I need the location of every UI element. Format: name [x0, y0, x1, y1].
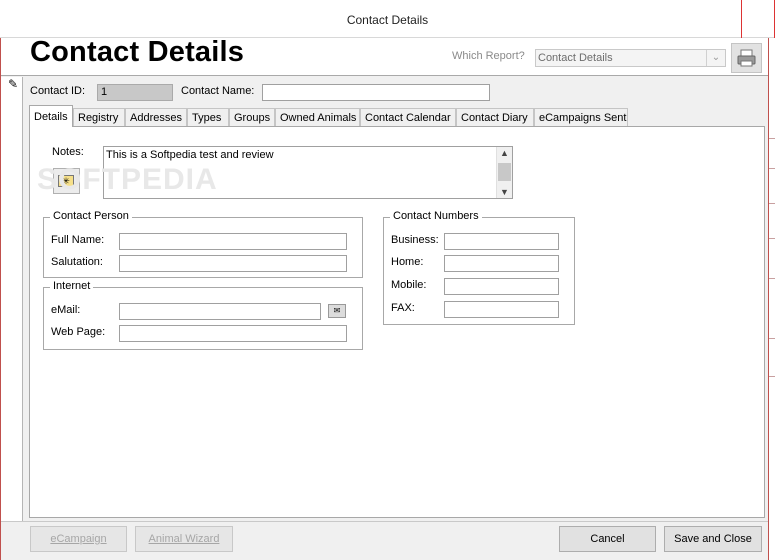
home-label: Home: — [391, 256, 424, 268]
contact-person-title: Contact Person — [50, 210, 132, 222]
ecampaign-button[interactable]: eCampaign — [30, 526, 127, 552]
scroll-down-icon[interactable]: ▼ — [500, 187, 509, 197]
tab-contact-calendar[interactable]: Contact Calendar — [360, 108, 456, 126]
home-phone-field[interactable] — [444, 255, 559, 272]
salutation-label: Salutation: — [51, 256, 103, 268]
record-selector[interactable] — [1, 77, 23, 521]
web-page-field[interactable] — [119, 325, 347, 342]
pencil-icon: ✎ — [8, 77, 19, 91]
print-button[interactable] — [731, 43, 762, 73]
animal-wizard-button[interactable]: Animal Wizard — [135, 526, 233, 552]
full-name-label: Full Name: — [51, 234, 105, 246]
fax-label: FAX: — [391, 302, 415, 314]
softpedia-watermark: SOFTPEDIA — [37, 163, 218, 196]
notes-scrollbar[interactable]: ▲ ▼ — [496, 147, 512, 198]
contact-name-field[interactable] — [262, 84, 490, 101]
printer-icon — [737, 49, 756, 67]
salutation-field[interactable] — [119, 255, 347, 272]
page-title: Contact Details — [30, 36, 245, 68]
email-label: eMail: — [51, 304, 81, 316]
scroll-up-icon[interactable]: ▲ — [500, 148, 509, 158]
mobile-phone-field[interactable] — [444, 278, 559, 295]
notes-label: Notes: — [52, 146, 84, 158]
contact-id-field[interactable]: 1 — [97, 84, 173, 101]
email-field[interactable] — [119, 303, 321, 320]
tab-types[interactable]: Types — [187, 108, 229, 126]
email-icon[interactable]: ✉ — [328, 304, 346, 318]
window-titlebar: Contact Details — [0, 0, 775, 38]
tab-owned-animals[interactable]: Owned Animals — [275, 108, 360, 126]
web-page-label: Web Page: — [51, 326, 106, 338]
background-window-strip — [769, 38, 775, 560]
fax-field[interactable] — [444, 301, 559, 318]
tab-registry[interactable]: Registry — [73, 108, 125, 126]
save-and-close-button[interactable]: Save and Close — [664, 526, 762, 552]
business-label: Business: — [391, 234, 439, 246]
window-close-button[interactable] — [741, 0, 775, 38]
mobile-label: Mobile: — [391, 279, 427, 291]
contact-numbers-title: Contact Numbers — [390, 210, 482, 222]
full-name-field[interactable] — [119, 233, 347, 250]
tab-contact-diary[interactable]: Contact Diary — [456, 108, 534, 126]
tab-groups[interactable]: Groups — [229, 108, 275, 126]
business-phone-field[interactable] — [444, 233, 559, 250]
cancel-button[interactable]: Cancel — [559, 526, 656, 552]
contact-id-label: Contact ID: — [30, 85, 86, 97]
internet-title: Internet — [50, 280, 94, 292]
tab-addresses[interactable]: Addresses — [125, 108, 187, 126]
which-report-label: Which Report? — [452, 50, 525, 62]
chevron-down-icon[interactable]: ⌄ — [706, 50, 725, 66]
tab-details[interactable]: Details — [29, 105, 73, 127]
tab-ecampaigns-sent[interactable]: eCampaigns Sent — [534, 108, 628, 126]
report-select[interactable]: Contact Details — [535, 49, 726, 67]
contact-name-label: Contact Name: — [181, 85, 255, 97]
scroll-thumb[interactable] — [498, 163, 511, 181]
window-title: Contact Details — [346, 13, 429, 27]
